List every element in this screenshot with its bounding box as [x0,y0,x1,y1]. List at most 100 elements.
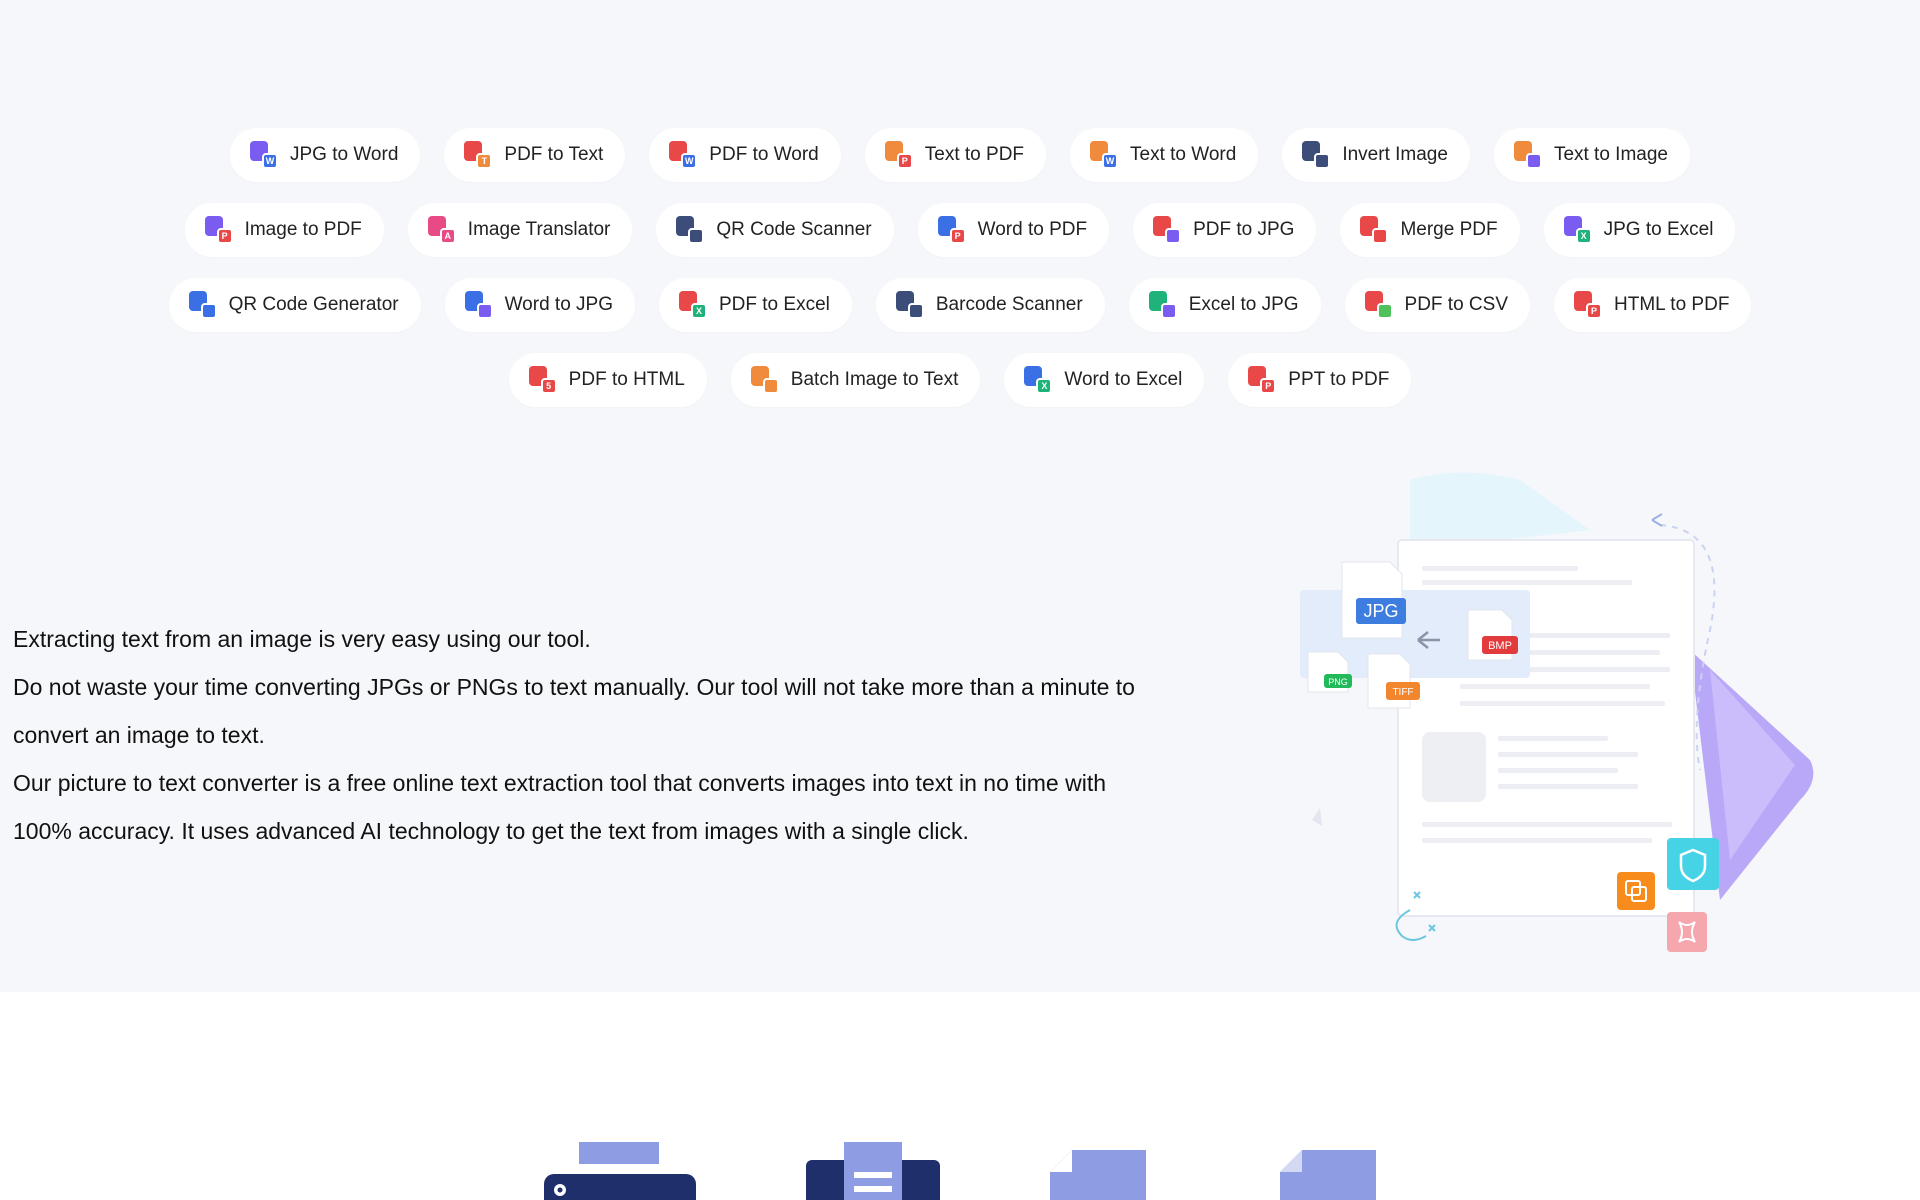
tiff-label: TIFF [1392,687,1413,698]
pdf-to-word-icon: W [669,141,698,169]
tool-chip-label: QR Code Scanner [716,219,872,240]
tool-chip-image-translator[interactable]: A Image Translator [407,203,633,257]
tool-chip-label: PDF to JPG [1193,219,1295,240]
image-to-pdf-icon: P [204,216,233,244]
image-translator-icon: A [427,216,456,244]
tool-chip-jpg-to-excel[interactable]: X JPG to Excel [1543,203,1736,257]
tool-chip-pdf-to-html[interactable]: 5 PDF to HTML [508,353,707,407]
pdf-to-html-icon: 5 [528,366,557,394]
blob-top [1410,472,1590,550]
printer-icon [544,1142,696,1200]
description-text: Extracting text from an image is very ea… [13,615,1213,855]
tool-chip-label: Image to PDF [244,219,362,240]
tool-chip-text-to-word[interactable]: W Text to Word [1070,128,1259,182]
tool-chip-label: Word to PDF [977,219,1088,240]
word-to-pdf-icon: P [937,216,966,244]
qr-code-scanner-icon [676,216,705,244]
description-line: Extracting text from an image is very ea… [13,626,591,652]
orange-badge [1617,872,1655,910]
barcode-scanner-icon [895,291,924,319]
tool-chip-pdf-to-excel[interactable]: X PDF to Excel [659,278,852,332]
pink-badge [1667,912,1707,952]
pdf-to-csv-icon [1364,291,1393,319]
tool-chip-word-to-excel[interactable]: X Word to Excel [1004,353,1205,407]
excel-to-jpg-icon [1148,291,1177,319]
tool-chip-pdf-to-text[interactable]: T PDF to Text [444,128,626,182]
illustration-graphic: JPG BMP PNG TIFF [1300,472,1814,952]
tool-chip-label: PDF to Text [504,144,604,165]
tool-chip-label: Word to JPG [504,294,613,315]
tool-chip-qr-code-generator[interactable]: QR Code Generator [168,278,421,332]
tool-chip-label: HTML to PDF [1614,294,1730,315]
tool-chip-word-to-jpg[interactable]: Word to JPG [444,278,635,332]
file-icon [1050,1150,1146,1200]
file-icon-2 [1280,1150,1376,1200]
description-line: 100% accuracy. It uses advanced AI techn… [13,818,969,844]
tool-chip-ppt-to-pdf[interactable]: P PPT to PDF [1228,353,1412,407]
tool-chip-label: Excel to JPG [1188,294,1299,315]
conversion-illustration: JPG BMP PNG TIFF [1290,470,1830,960]
arc-arrow [1651,513,1663,527]
tool-chip-jpg-to-word[interactable]: W JPG to Word [229,128,421,182]
tool-chip-label: Image Translator [467,219,611,240]
tool-chip-word-to-pdf[interactable]: P Word to PDF [917,203,1110,257]
tool-chip-barcode-scanner[interactable]: Barcode Scanner [875,278,1105,332]
tool-chip-excel-to-jpg[interactable]: Excel to JPG [1128,278,1321,332]
word-to-excel-icon: X [1024,366,1053,394]
tool-grid: W JPG to Word T PDF to Text W PDF to Word P Tex… [0,128,1920,428]
tool-chip-pdf-to-word[interactable]: W PDF to Word [649,128,841,182]
tool-chip-label: JPG to Word [289,144,399,165]
text-to-word-icon: W [1090,141,1119,169]
invert-image-icon [1302,141,1331,169]
tool-chip-html-to-pdf[interactable]: P HTML to PDF [1554,278,1752,332]
image-placeholder [1422,732,1486,802]
tool-chip-label: Text to PDF [924,144,1025,165]
tool-chip-label: PDF to Excel [719,294,830,315]
jpg-to-excel-icon: X [1563,216,1592,244]
html-to-pdf-icon: P [1574,291,1603,319]
batch-image-to-text-icon [750,366,779,394]
word-to-jpg-icon [464,291,493,319]
tool-chip-label: PPT to PDF [1288,369,1390,390]
tool-chip-label: PDF to CSV [1404,294,1509,315]
tool-chip-text-to-pdf[interactable]: P Text to PDF [864,128,1047,182]
tool-chip-label: Word to Excel [1064,369,1183,390]
tool-chip-label: Barcode Scanner [935,294,1083,315]
tool-row: QR Code Generator Word to JPG X PDF to Exce… [0,278,1920,332]
tool-row: W JPG to Word T PDF to Text W PDF to Word P Tex… [0,128,1920,182]
description-line: convert an image to text. [13,722,265,748]
tool-chip-label: Invert Image [1342,144,1448,165]
tool-row: P Image to PDF A Image Translator QR Code Sc… [0,203,1920,257]
tool-chip-pdf-to-csv[interactable]: PDF to CSV [1344,278,1531,332]
document-stack-icon [806,1142,940,1200]
features-section [0,992,1920,1200]
tool-chip-label: Text to Image [1553,144,1668,165]
png-label: PNG [1328,677,1348,687]
text-to-image-icon [1513,141,1542,169]
tool-chip-label: Merge PDF [1400,219,1498,240]
tool-chip-label: PDF to Word [709,144,819,165]
pdf-to-text-icon: T [464,141,493,169]
description-line: Our picture to text converter is a free … [13,770,1107,796]
description-line: Do not waste your time converting JPGs o… [13,674,1135,700]
tool-chip-text-to-image[interactable]: Text to Image [1493,128,1690,182]
text-to-pdf-icon: P [884,141,913,169]
jpg-to-word-icon: W [249,141,278,169]
tool-chip-pdf-to-jpg[interactable]: PDF to JPG [1133,203,1317,257]
tool-chip-merge-pdf[interactable]: Merge PDF [1340,203,1520,257]
tool-chip-qr-code-scanner[interactable]: QR Code Scanner [656,203,894,257]
tool-chip-invert-image[interactable]: Invert Image [1282,128,1470,182]
bmp-label: BMP [1488,640,1512,652]
tool-chip-label: Text to Word [1130,144,1237,165]
tool-row: 5 PDF to HTML Batch Image to Text X Word to … [0,353,1920,407]
tool-chip-label: QR Code Generator [228,294,399,315]
tool-chip-label: PDF to HTML [568,369,685,390]
tool-chip-label: Batch Image to Text [790,369,959,390]
jpg-label: JPG [1363,601,1398,621]
tool-chip-batch-image-to-text[interactable]: Batch Image to Text [730,353,981,407]
tool-chip-label: JPG to Excel [1603,219,1714,240]
tool-chip-image-to-pdf[interactable]: P Image to PDF [184,203,384,257]
ppt-to-pdf-icon: P [1248,366,1277,394]
qr-code-generator-icon [188,291,217,319]
pdf-to-excel-icon: X [679,291,707,319]
